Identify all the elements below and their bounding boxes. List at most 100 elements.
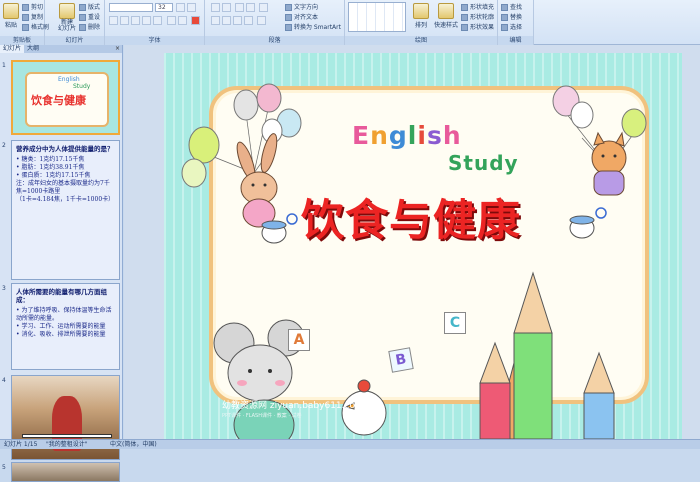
slide-editor: A B C English Study 饮食与健康 幼教资源网 ziyuan.b…	[124, 45, 700, 439]
font-name-select[interactable]	[109, 3, 153, 12]
english-letter: i	[417, 121, 427, 150]
layout-button[interactable]: 版式	[79, 2, 100, 11]
effects-icon	[461, 24, 468, 31]
slides-group: 新建 幻灯片 版式 重设 删除 幻灯片	[45, 0, 105, 45]
slide-number: 2	[2, 142, 6, 149]
fill-icon	[461, 4, 468, 11]
numbering-button[interactable]	[222, 3, 231, 12]
shadow-button[interactable]	[153, 16, 162, 25]
tab-slides[interactable]: 幻灯片	[0, 45, 25, 53]
reset-button[interactable]: 重设	[79, 12, 100, 21]
slide-thumbnail-2[interactable]: 营养成分中为人体提供能量的是？ • 糖类：1克约17.15千焦 • 脂肪：1克约…	[11, 140, 120, 280]
align-right-button[interactable]	[233, 16, 242, 25]
tab-outline[interactable]: 大纲	[24, 45, 42, 53]
reset-label: 重设	[88, 14, 101, 21]
thumb-title: 饮食与健康	[31, 94, 86, 107]
text-direction-button[interactable]: 文字方向	[285, 2, 318, 11]
new-slide-label: 新建 幻灯片	[57, 19, 76, 32]
copy-icon	[22, 14, 29, 21]
pane-tabs: 幻灯片 大纲 ×	[0, 45, 122, 53]
slide-number: 1	[2, 62, 6, 69]
layout-icon	[79, 4, 86, 11]
slides-group-label: 幻灯片	[45, 36, 104, 45]
slide-number: 4	[2, 377, 6, 384]
thumb-study-text: Study	[73, 83, 91, 90]
shape-outline-label: 形状轮廓	[470, 14, 495, 21]
justify-button[interactable]	[244, 16, 253, 25]
thumb-line: • 蛋白质：1克约17.15千焦	[16, 172, 91, 179]
replace-label: 替换	[510, 14, 523, 21]
quick-styles-button[interactable]: 快速样式	[433, 3, 459, 29]
copy-button[interactable]: 复制	[22, 12, 43, 21]
new-slide-button[interactable]: 新建 幻灯片	[57, 3, 77, 32]
align-center-button[interactable]	[222, 16, 231, 25]
change-case-button[interactable]	[178, 16, 187, 25]
slide-title[interactable]: 饮食与健康	[301, 186, 521, 248]
paste-button[interactable]: 粘贴	[3, 3, 19, 29]
outline-icon	[461, 14, 468, 21]
block-b: B	[388, 347, 414, 373]
editing-group: 查找 替换 选择 编辑	[498, 0, 534, 45]
drawing-group: 排列 快速样式 形状填充 形状轮廓 形状效果 绘图	[345, 0, 498, 45]
decrease-indent-button[interactable]	[235, 3, 244, 12]
cut-button[interactable]: 剪切	[22, 2, 43, 11]
slide-count-indicator: 幻灯片 1/15	[4, 441, 38, 448]
arrange-label: 排列	[414, 22, 427, 29]
slide-thumbnail-5[interactable]	[11, 462, 120, 482]
align-left-button[interactable]	[211, 16, 220, 25]
align-text-icon	[285, 14, 292, 21]
tennis-critter-right	[569, 207, 607, 239]
align-text-button[interactable]: 对齐文本	[285, 12, 318, 21]
shape-fill-button[interactable]: 形状填充	[461, 2, 494, 11]
arrange-icon	[413, 3, 429, 19]
char-spacing-button[interactable]	[167, 16, 176, 25]
close-pane-icon[interactable]: ×	[115, 45, 120, 52]
align-text-label: 对齐文本	[294, 14, 319, 21]
shape-effects-button[interactable]: 形状效果	[461, 22, 494, 31]
slide-thumbnail-3[interactable]: 人体所需要的能量有哪几方面组成： • 为了维持呼吸、保持体温等生命活动所需的能量…	[11, 283, 120, 370]
paragraph-group-label: 段落	[205, 36, 344, 45]
delete-label: 删除	[88, 24, 101, 31]
bullets-button[interactable]	[211, 3, 220, 12]
study-title: Study	[448, 151, 519, 175]
paragraph-group: 文字方向 对齐文本 转换为 SmartArt 段落	[205, 0, 345, 45]
thumb-english-text: English	[58, 76, 80, 83]
slide-thumbnail-1[interactable]: English Study 饮食与健康	[11, 60, 120, 135]
block-c: C	[444, 312, 466, 334]
brush-icon	[22, 24, 29, 31]
current-slide[interactable]: A B C English Study 饮食与健康 幼教资源网 ziyuan.b…	[164, 53, 682, 439]
arrange-button[interactable]: 排列	[411, 3, 431, 29]
shrink-font-button[interactable]	[187, 3, 196, 12]
underline-button[interactable]	[131, 16, 140, 25]
grow-font-button[interactable]	[176, 3, 185, 12]
font-size-select[interactable]: 32	[155, 3, 173, 12]
language-indicator[interactable]: 中文(简体，中国)	[110, 440, 157, 449]
italic-button[interactable]	[120, 16, 129, 25]
text-direction-icon	[285, 4, 292, 11]
delete-icon	[79, 24, 86, 31]
cat-character	[591, 131, 627, 196]
text-direction-label: 文字方向	[294, 4, 319, 11]
thumb-heading: 营养成分中为人体提供能量的是？	[16, 145, 114, 153]
increase-indent-button[interactable]	[246, 3, 255, 12]
line-spacing-button[interactable]	[259, 3, 268, 12]
shape-outline-button[interactable]: 形状轮廓	[461, 12, 494, 21]
english-letter: g	[388, 121, 408, 150]
bold-button[interactable]	[109, 16, 118, 25]
select-button[interactable]: 选择	[501, 22, 522, 31]
shapes-gallery[interactable]	[348, 2, 406, 32]
layout-label: 版式	[88, 4, 101, 11]
font-group-label: 字体	[105, 36, 204, 45]
slide-number: 3	[2, 285, 6, 292]
status-bar: 幻灯片 1/15 "我的整租设计" 中文(简体，中国)	[0, 439, 700, 449]
replace-button[interactable]: 替换	[501, 12, 522, 21]
find-button[interactable]: 查找	[501, 2, 522, 11]
theme-name[interactable]: "我的整租设计"	[46, 440, 88, 449]
binoculars-icon	[501, 4, 508, 11]
convert-smartart-button[interactable]: 转换为 SmartArt	[285, 22, 341, 31]
delete-button[interactable]: 删除	[79, 22, 100, 31]
strikethrough-button[interactable]	[142, 16, 151, 25]
font-color-button[interactable]	[191, 16, 200, 25]
scissors-icon	[22, 4, 29, 11]
columns-button[interactable]	[257, 16, 266, 25]
